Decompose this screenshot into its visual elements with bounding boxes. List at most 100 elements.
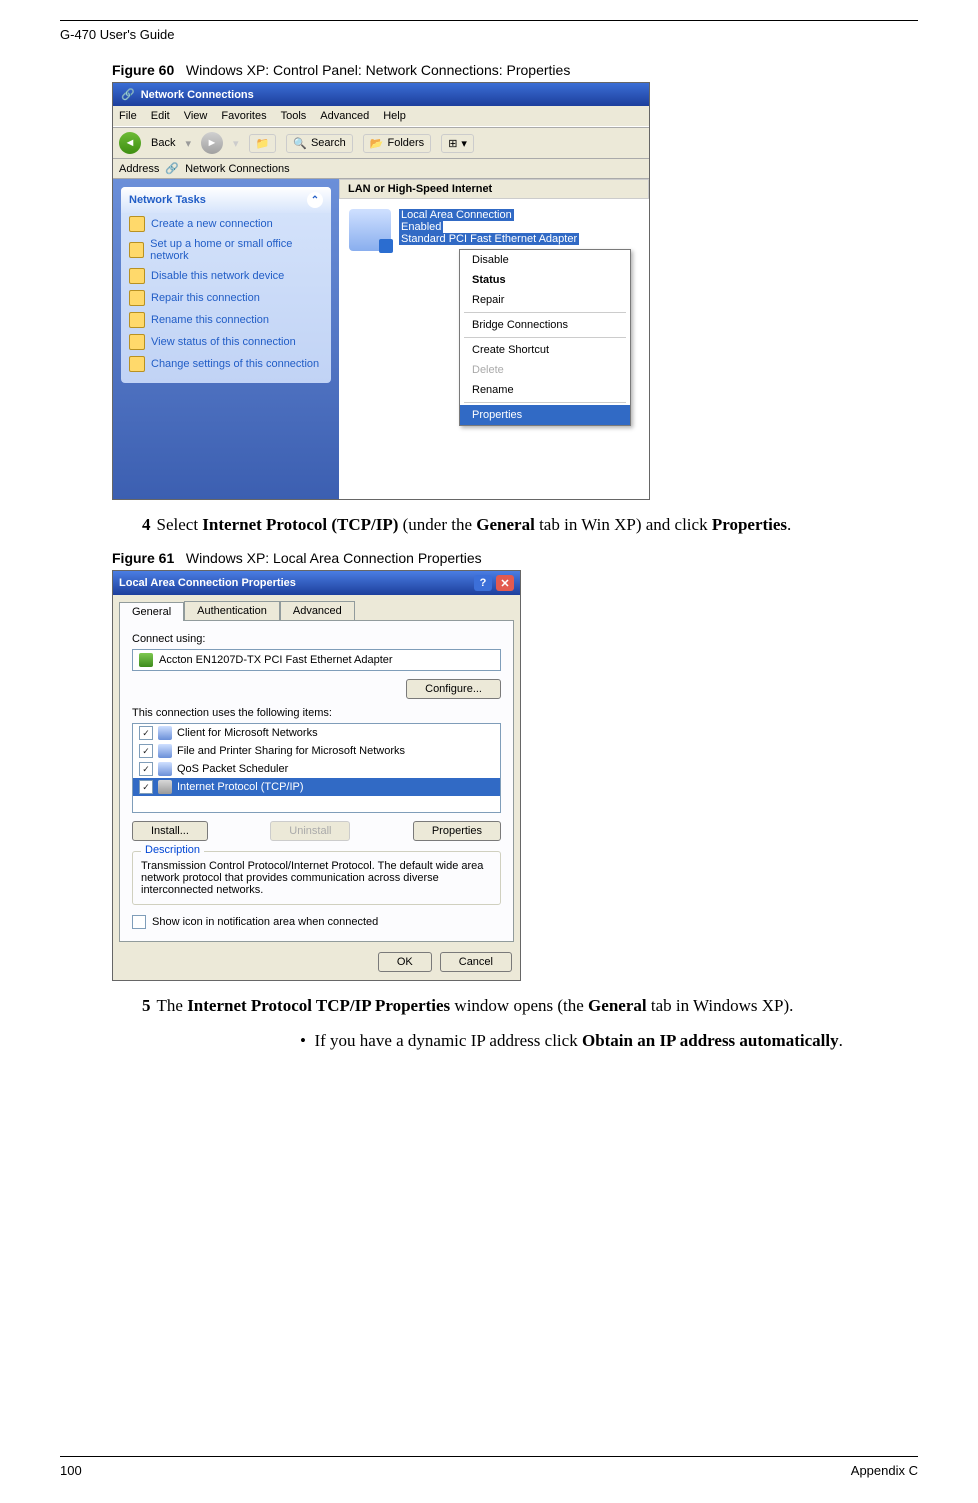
- tab-advanced[interactable]: Advanced: [280, 601, 355, 620]
- appendix-label: Appendix C: [851, 1463, 918, 1478]
- figure60-prefix: Figure 60: [112, 62, 174, 78]
- task-status[interactable]: View status of this connection: [121, 331, 331, 353]
- task-disable[interactable]: Disable this network device: [121, 265, 331, 287]
- page-footer: 100 Appendix C: [60, 1456, 918, 1478]
- step-4-number: 4: [142, 515, 151, 534]
- menu-tools[interactable]: Tools: [281, 110, 307, 122]
- main-pane: LAN or High-Speed Internet Local Area Co…: [339, 179, 649, 499]
- figure61-text: Windows XP: Local Area Connection Proper…: [186, 550, 482, 566]
- menu-favorites[interactable]: Favorites: [221, 110, 266, 122]
- properties-button[interactable]: Properties: [413, 821, 501, 841]
- checkbox-icon[interactable]: ✓: [139, 762, 153, 776]
- ctx-repair[interactable]: Repair: [460, 290, 630, 310]
- views-icon: ⊞: [448, 137, 457, 150]
- rename-icon: [129, 312, 145, 328]
- figure60-text: Windows XP: Control Panel: Network Conne…: [186, 62, 570, 78]
- conn-device: Standard PCI Fast Ethernet Adapter: [399, 233, 579, 245]
- lan-section-header: LAN or High-Speed Internet: [339, 179, 649, 199]
- help-button[interactable]: ?: [474, 575, 492, 591]
- up-button[interactable]: 📁: [249, 134, 277, 153]
- views-button[interactable]: ⊞▾: [441, 134, 474, 153]
- menu-view[interactable]: View: [184, 110, 208, 122]
- protocol-icon: [158, 780, 172, 794]
- side-pane: Network Tasks ⌃ Create a new connection …: [113, 179, 339, 499]
- figure60-screenshot: 🔗 Network Connections File Edit View Fav…: [112, 82, 650, 500]
- doc-header-left: G-470 User's Guide: [60, 27, 174, 42]
- nc-title: Network Connections: [141, 89, 254, 101]
- item-tcpip[interactable]: ✓Internet Protocol (TCP/IP): [133, 778, 500, 796]
- wizard-icon: [129, 242, 144, 258]
- item-client[interactable]: ✓Client for Microsoft Networks: [133, 724, 500, 742]
- network-icon: 🔗: [121, 88, 135, 101]
- menu-advanced[interactable]: Advanced: [320, 110, 369, 122]
- ctx-disable[interactable]: Disable: [460, 250, 630, 270]
- repair-icon: [129, 290, 145, 306]
- search-button[interactable]: 🔍Search: [286, 134, 353, 153]
- items-label: This connection uses the following items…: [132, 707, 501, 719]
- lac-titlebar: Local Area Connection Properties ? ✕: [113, 571, 520, 595]
- disable-icon: [129, 268, 145, 284]
- show-icon-checkbox[interactable]: [132, 915, 146, 929]
- service-icon: [158, 744, 172, 758]
- connect-using-label: Connect using:: [132, 633, 501, 645]
- bullet-dynamic-ip: • If you have a dynamic IP address click…: [300, 1031, 918, 1051]
- item-qos[interactable]: ✓QoS Packet Scheduler: [133, 760, 500, 778]
- folders-button[interactable]: 📂Folders: [363, 134, 431, 153]
- connection-icon: [349, 209, 391, 251]
- forward-icon: ►: [201, 132, 223, 154]
- nc-titlebar: 🔗 Network Connections: [113, 83, 649, 106]
- menu-file[interactable]: File: [119, 110, 137, 122]
- figure61-screenshot: Local Area Connection Properties ? ✕ Gen…: [112, 570, 521, 981]
- adapter-name: Accton EN1207D-TX PCI Fast Ethernet Adap…: [159, 654, 393, 666]
- wizard-icon: [129, 216, 145, 232]
- description-label: Description: [141, 844, 204, 856]
- page-number: 100: [60, 1463, 82, 1478]
- tasks-header[interactable]: Network Tasks ⌃: [121, 187, 331, 213]
- context-menu: Disable Status Repair Bridge Connections…: [459, 249, 631, 426]
- nc-toolbar: ◄ Back ▾ ► ▾ 📁 🔍Search 📂Folders ⊞▾: [113, 127, 649, 159]
- task-repair[interactable]: Repair this connection: [121, 287, 331, 309]
- search-icon: 🔍: [293, 137, 307, 150]
- tab-authentication[interactable]: Authentication: [184, 601, 280, 620]
- ctx-rename[interactable]: Rename: [460, 380, 630, 400]
- menu-help[interactable]: Help: [383, 110, 406, 122]
- status-icon: [129, 334, 145, 350]
- address-bar: Address 🔗 Network Connections: [113, 159, 649, 179]
- ctx-bridge[interactable]: Bridge Connections: [460, 315, 630, 335]
- adapter-field: Accton EN1207D-TX PCI Fast Ethernet Adap…: [132, 649, 501, 671]
- description-box: Description Transmission Control Protoco…: [132, 851, 501, 905]
- ctx-shortcut[interactable]: Create Shortcut: [460, 340, 630, 360]
- item-file-print[interactable]: ✓File and Printer Sharing for Microsoft …: [133, 742, 500, 760]
- back-button[interactable]: Back: [151, 137, 175, 149]
- address-value: Network Connections: [185, 163, 290, 175]
- close-button[interactable]: ✕: [496, 575, 514, 591]
- ctx-properties[interactable]: Properties: [460, 405, 630, 425]
- description-text: Transmission Control Protocol/Internet P…: [141, 860, 483, 896]
- lac-tabs: General Authentication Advanced: [113, 595, 520, 620]
- task-create-connection[interactable]: Create a new connection: [121, 213, 331, 235]
- dialog-footer: OK Cancel: [113, 948, 520, 980]
- collapse-icon[interactable]: ⌃: [307, 192, 323, 208]
- task-settings[interactable]: Change settings of this connection: [121, 353, 331, 375]
- configure-button[interactable]: Configure...: [406, 679, 501, 699]
- ctx-status[interactable]: Status: [460, 270, 630, 290]
- ok-button[interactable]: OK: [378, 952, 432, 972]
- show-icon-label: Show icon in notification area when conn…: [152, 916, 378, 928]
- service-icon: [158, 762, 172, 776]
- checkbox-icon[interactable]: ✓: [139, 744, 153, 758]
- checkbox-icon[interactable]: ✓: [139, 726, 153, 740]
- step-4: 4Select Internet Protocol (TCP/IP) (unde…: [142, 514, 918, 536]
- checkbox-icon[interactable]: ✓: [139, 780, 153, 794]
- figure60-caption: Figure 60 Windows XP: Control Panel: Net…: [112, 62, 918, 78]
- network-icon: 🔗: [165, 162, 179, 175]
- task-rename[interactable]: Rename this connection: [121, 309, 331, 331]
- back-icon[interactable]: ◄: [119, 132, 141, 154]
- tab-general[interactable]: General: [119, 602, 184, 621]
- menu-edit[interactable]: Edit: [151, 110, 170, 122]
- components-list[interactable]: ✓Client for Microsoft Networks ✓File and…: [132, 723, 501, 813]
- settings-icon: [129, 356, 145, 372]
- cancel-button[interactable]: Cancel: [440, 952, 512, 972]
- folder-up-icon: 📁: [256, 137, 270, 150]
- install-button[interactable]: Install...: [132, 821, 208, 841]
- task-home-network[interactable]: Set up a home or small office network: [121, 235, 331, 265]
